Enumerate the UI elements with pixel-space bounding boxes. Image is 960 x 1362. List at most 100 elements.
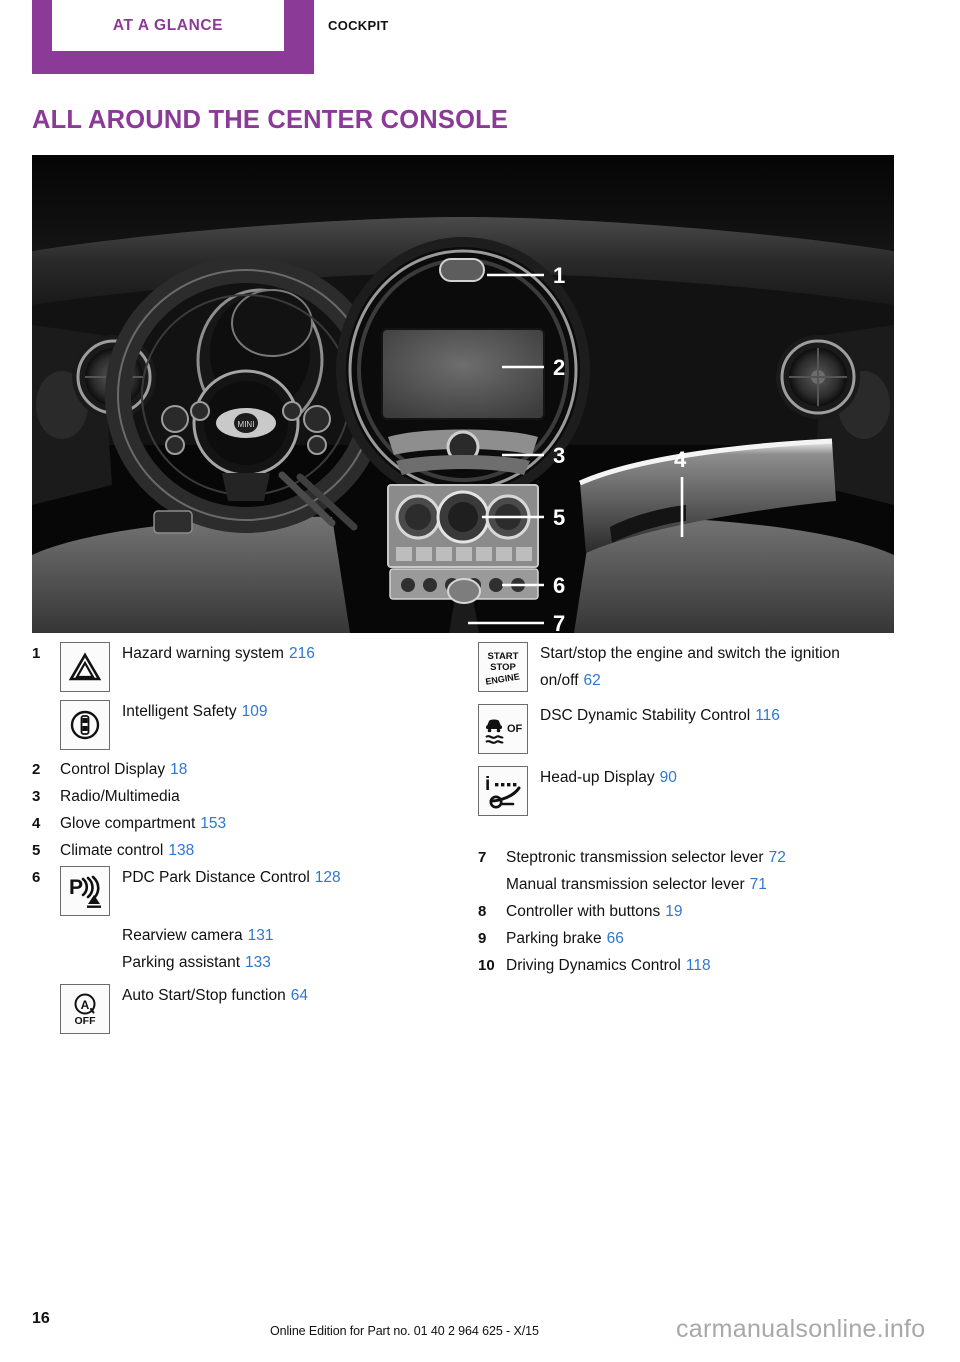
svg-text:4: 4 — [674, 447, 687, 472]
svg-text:7: 7 — [553, 611, 565, 633]
legend-entry-label: Glove compartment — [60, 815, 196, 832]
legend-entry-page[interactable]: 216 — [284, 645, 315, 662]
auto-start-stop-off-icon: A OFF — [60, 984, 110, 1034]
site-watermark: carmanualsonline.info — [676, 1315, 926, 1343]
legend-entry-page[interactable]: 71 — [745, 876, 767, 893]
legend-entry-page[interactable]: 138 — [163, 842, 194, 859]
legend-subentry: Rearview camera 131 — [60, 922, 341, 949]
hazard-warning-triangle-icon — [60, 642, 110, 692]
page-number: 16 — [32, 1310, 50, 1327]
svg-text:STOP: STOP — [490, 662, 516, 673]
legend-entry-text: DSC Dynamic Stability Control 116 — [528, 702, 780, 729]
legend-entry-page[interactable]: 18 — [165, 761, 187, 778]
section-tab-at-a-glance[interactable]: AT A GLANCE — [52, 0, 284, 51]
svg-text:OFF: OFF — [507, 723, 523, 735]
legend-entry-label: DSC Dynamic Stability Control — [540, 707, 751, 724]
legend-entry-page[interactable]: 131 — [243, 927, 274, 944]
legend-entry-text: Radio/Multimedia — [60, 783, 180, 810]
legend-entry-label: Control Display — [60, 761, 166, 778]
legend-entry-page[interactable]: 64 — [286, 987, 308, 1004]
svg-text:MINI: MINI — [238, 420, 255, 429]
legend-subentry: Intelligent Safety 109 — [60, 698, 315, 756]
legend-entry-label: Intelligent Safety — [122, 703, 237, 720]
svg-text:OFF: OFF — [75, 1015, 97, 1027]
legend-entry-text: Climate control 138 — [60, 837, 194, 864]
legend-entry-label: Manual transmission selector lever — [506, 876, 745, 893]
legend-entry-text: Rearview camera 131 — [110, 922, 273, 949]
legend-number: 8 — [478, 903, 487, 920]
legend-entry-page[interactable]: 116 — [750, 707, 780, 724]
legend-entry-text: Intelligent Safety 109 — [110, 698, 267, 725]
legend-entry-text: Control Display 18 — [60, 756, 187, 783]
legend-entry-text: Start/stop the engine and switch the ign… — [528, 640, 858, 694]
head-up-display-icon: i — [478, 766, 528, 816]
edition-notice: Online Edition for Part no. 01 40 2 964 … — [270, 1324, 539, 1338]
legend-item-9: 9 Parking brake 66 — [478, 925, 928, 952]
legend-entry-page[interactable]: 153 — [195, 815, 226, 832]
legend-item-5: 5 Climate control 138 — [32, 837, 462, 864]
section-tab-label: AT A GLANCE — [112, 16, 224, 34]
legend-entry-text: Manual transmission selector lever 71 — [506, 871, 786, 898]
legend-entry-text: Driving Dynamics Control 118 — [506, 952, 711, 979]
legend-entry-label: Radio/Multimedia — [60, 788, 180, 805]
legend-entry-label: Driving Dynamics Control — [506, 957, 681, 974]
legend-entry-label: Steptronic transmission selector lever — [506, 849, 764, 866]
legend-number: 1 — [32, 645, 41, 662]
intelligent-safety-icon — [60, 700, 110, 750]
legend-entry-text: Steptronic transmission selector lever 72 — [506, 844, 786, 871]
legend-item-7: 7 Steptronic transmission selector lever… — [478, 844, 928, 898]
legend-entry-label: Climate control — [60, 842, 164, 859]
svg-text:START: START — [488, 651, 519, 662]
legend-entry-page[interactable]: 62 — [579, 672, 601, 689]
legend-number: 3 — [32, 788, 41, 805]
legend-entry-label: Head-up Display — [540, 769, 655, 786]
svg-text:5: 5 — [553, 505, 565, 530]
legend-number: 2 — [32, 761, 41, 778]
legend-number: 10 — [478, 957, 495, 974]
legend-entry-page[interactable]: 19 — [660, 903, 682, 920]
legend-left-column: 1 Hazard warning system 216 Intelligent … — [32, 640, 462, 1040]
legend-item-3: 3 Radio/Multimedia — [32, 783, 462, 810]
legend-item-8: 8 Controller with buttons 19 — [478, 898, 928, 925]
legend-item-2: 2 Control Display 18 — [32, 756, 462, 783]
page-header: AT A GLANCE COCKPIT — [0, 0, 960, 78]
legend-entry-text: Glove compartment 153 — [60, 810, 226, 837]
legend-entry-page[interactable]: 118 — [681, 957, 711, 974]
legend-item-1: 1 Hazard warning system 216 Intelligent … — [32, 640, 462, 756]
legend-subentry: A OFF Auto Start/Stop function 64 — [60, 982, 341, 1040]
legend-subentry: Parking assistant 133 — [60, 949, 341, 976]
legend-entry-page[interactable]: 72 — [764, 849, 786, 866]
dsc-off-icon: OFF — [478, 704, 528, 754]
legend-entry-page[interactable]: 66 — [602, 930, 624, 947]
legend-number: 7 — [478, 849, 487, 866]
legend-entry-text: Hazard warning system 216 — [110, 640, 315, 667]
start-stop-engine-icon: START STOP ENGINE — [478, 642, 528, 692]
legend-entry-text: Head-up Display 90 — [528, 764, 677, 791]
svg-text:P: P — [69, 876, 83, 899]
legend-entry-start-stop-engine: START STOP ENGINE Start/stop the engine … — [478, 640, 928, 698]
page-title: ALL AROUND THE CENTER CONSOLE — [32, 106, 509, 134]
legend-number: 5 — [32, 842, 41, 859]
svg-text:A: A — [81, 998, 90, 1012]
legend-entry-label: Auto Start/Stop function — [122, 987, 286, 1004]
legend-number: 4 — [32, 815, 41, 832]
legend-entry-text: Parking assistant 133 — [110, 949, 271, 976]
legend-entry-text: Controller with buttons 19 — [506, 898, 682, 925]
legend-entry-label: Controller with buttons — [506, 903, 661, 920]
legend-entry-label: Parking assistant — [122, 954, 241, 971]
legend-item-4: 4 Glove compartment 153 — [32, 810, 462, 837]
legend-subentry: Hazard warning system 216 — [60, 640, 315, 698]
legend-entry-page[interactable]: 90 — [655, 769, 677, 786]
legend-entry-page[interactable]: 133 — [240, 954, 271, 971]
legend-number: 6 — [32, 869, 41, 886]
legend-entry-page[interactable]: 128 — [310, 869, 341, 886]
legend-item-10: 10 Driving Dynamics Control 118 — [478, 952, 928, 979]
svg-text:i: i — [485, 774, 490, 795]
legend-right-column: START STOP ENGINE Start/stop the engine … — [478, 640, 928, 979]
pdc-park-distance-icon: P — [60, 866, 110, 916]
breadcrumb-label: COCKPIT — [328, 18, 389, 33]
cockpit-photo: MINI 1 2 3 4 5 6 7 — [32, 155, 894, 633]
legend-entry-page[interactable]: 109 — [237, 703, 268, 720]
legend-number: 9 — [478, 930, 487, 947]
legend-subentry: P PDC Park Distance Control 128 — [60, 864, 341, 922]
